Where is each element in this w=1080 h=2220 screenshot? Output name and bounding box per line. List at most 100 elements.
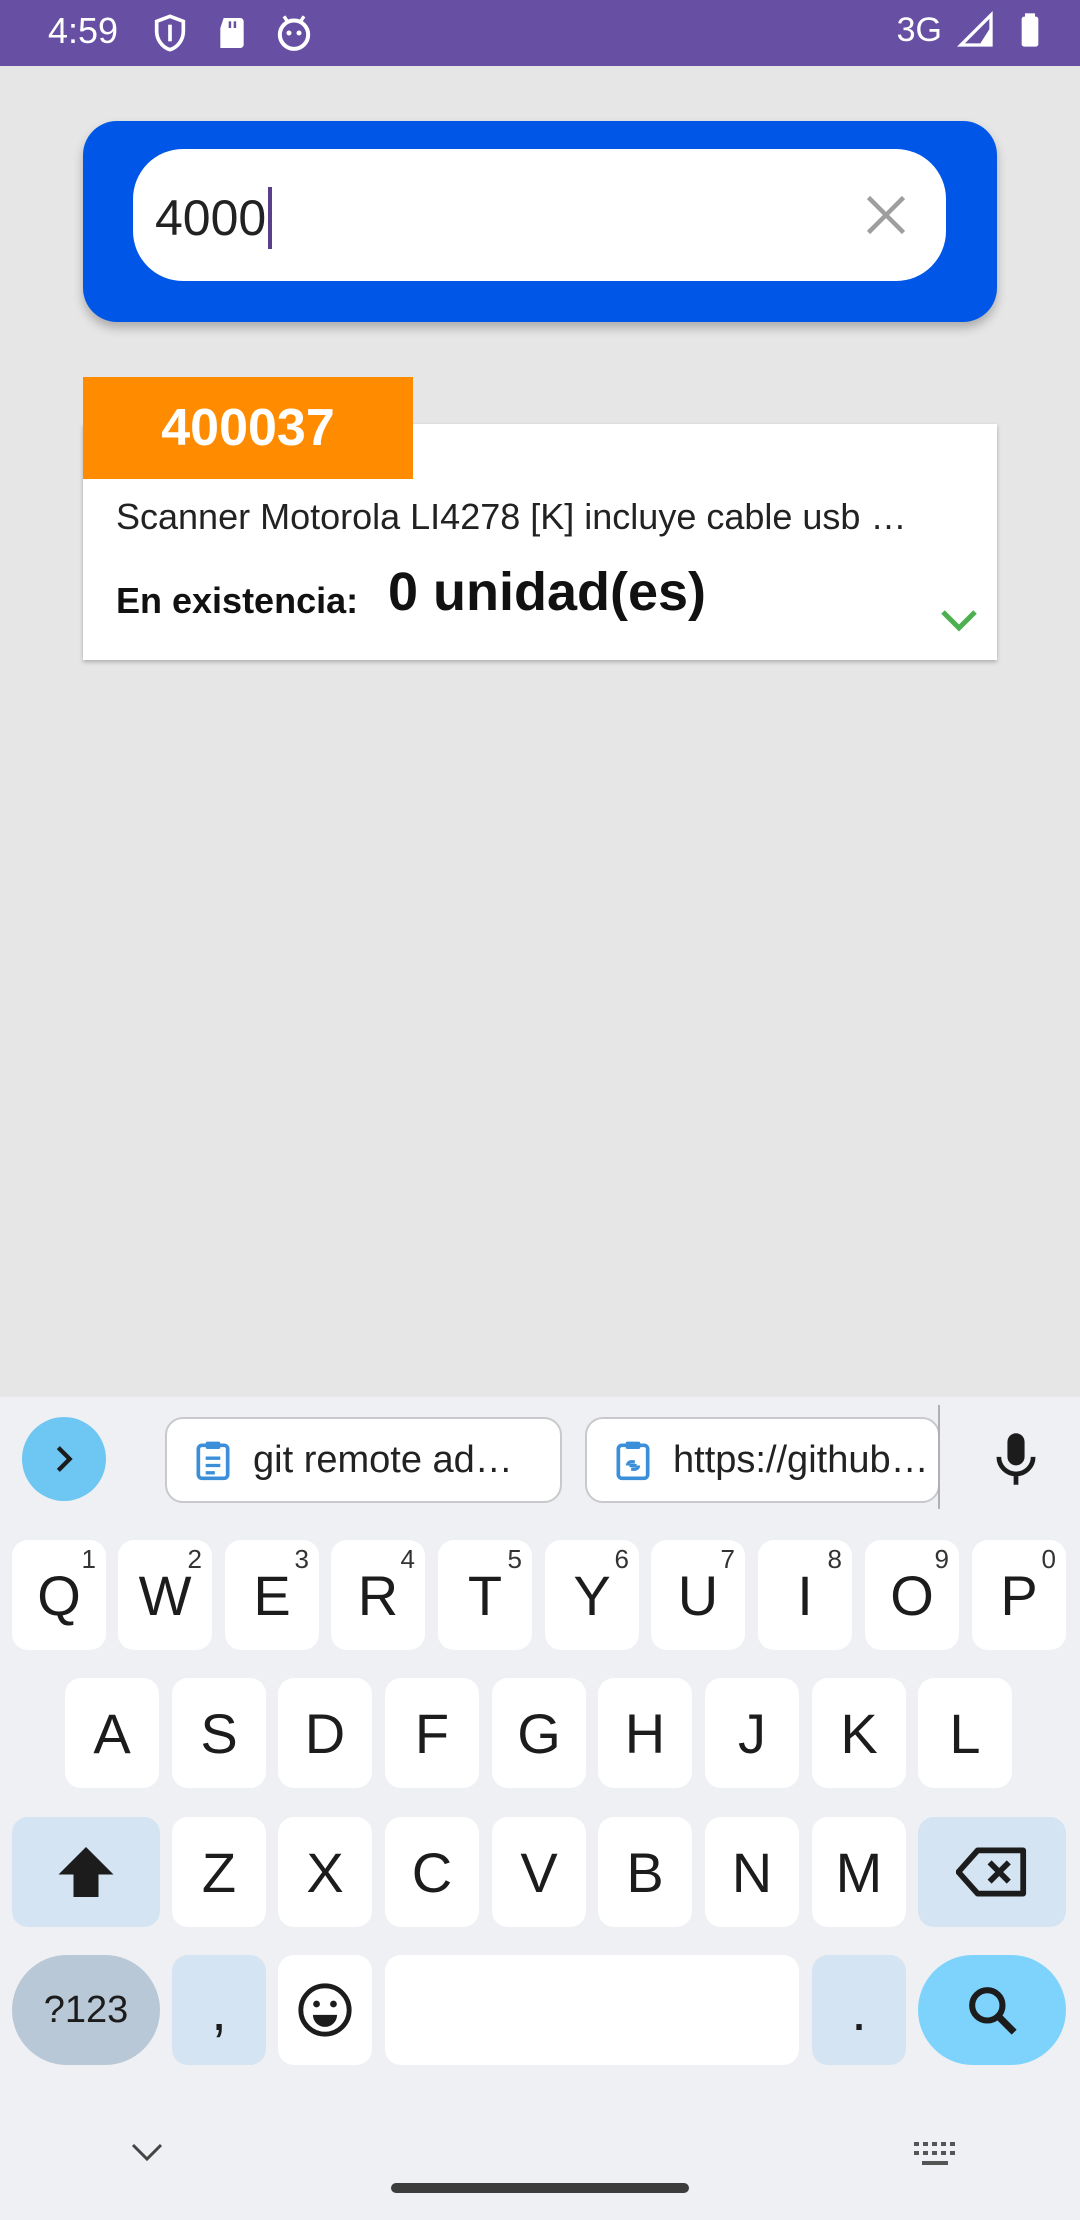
stock-label: En existencia:: [116, 580, 359, 621]
search-panel: 4000: [83, 121, 997, 322]
clipboard-icon: [196, 1441, 230, 1481]
search-text: 4000: [155, 190, 267, 246]
emoji-key[interactable]: [278, 1955, 372, 2065]
key-r[interactable]: R4: [331, 1540, 425, 1650]
key-f[interactable]: F: [385, 1678, 479, 1788]
key-hint: 7: [720, 1544, 735, 1574]
shift-key[interactable]: [12, 1817, 160, 1927]
status-bar: 4:59 3G: [0, 0, 1080, 66]
key-a[interactable]: A: [65, 1678, 159, 1788]
key-label: W: [138, 1563, 192, 1627]
battery-icon: [1021, 13, 1039, 47]
product-code-badge: 400037: [83, 377, 413, 479]
keyboard-switch-icon[interactable]: [912, 2140, 958, 2168]
home-indicator[interactable]: [391, 2183, 689, 2193]
key-hint: 6: [614, 1544, 629, 1574]
sd-card-icon: [220, 18, 244, 48]
system-icons: 3G: [897, 10, 1050, 50]
key-label: P: [1000, 1563, 1038, 1627]
key-label: V: [520, 1840, 558, 1904]
key-hint: 5: [507, 1544, 522, 1574]
key-hint: 9: [934, 1544, 949, 1574]
key-hint: 4: [400, 1544, 415, 1574]
key-i[interactable]: I8: [758, 1540, 852, 1650]
key-label: .: [851, 1978, 867, 2042]
key-label: X: [306, 1840, 344, 1904]
key-label: C: [411, 1840, 453, 1904]
key-label: D: [304, 1701, 346, 1765]
key-hint: 3: [294, 1544, 309, 1574]
key-label: R: [357, 1563, 399, 1627]
shield-icon: [154, 14, 186, 52]
key-hint: 0: [1041, 1544, 1056, 1574]
key-t[interactable]: T5: [438, 1540, 532, 1650]
period-key[interactable]: .: [812, 1955, 906, 2065]
soft-keyboard: git remote ad… https://github… Q1 W2 E3 …: [0, 1397, 1080, 2220]
clipboard-chip-label: https://github…: [673, 1438, 929, 1481]
key-y[interactable]: Y6: [545, 1540, 639, 1650]
key-u[interactable]: U7: [651, 1540, 745, 1650]
key-label: Q: [37, 1563, 81, 1627]
key-b[interactable]: B: [598, 1817, 692, 1927]
hide-keyboard-icon[interactable]: [130, 2142, 164, 2162]
expand-toolbar-button[interactable]: [22, 1417, 106, 1501]
key-k[interactable]: K: [812, 1678, 906, 1788]
key-label: F: [414, 1701, 450, 1765]
key-s[interactable]: S: [172, 1678, 266, 1788]
network-type: 3G: [896, 10, 942, 49]
divider: [938, 1405, 940, 1509]
key-label: S: [200, 1701, 238, 1765]
key-label: Z: [201, 1840, 237, 1904]
key-hint: 2: [187, 1544, 202, 1574]
key-label: Y: [573, 1563, 611, 1627]
key-d[interactable]: D: [278, 1678, 372, 1788]
stock-value: 0 unidad(es): [388, 562, 707, 622]
comma-key[interactable]: ,: [172, 1955, 266, 2065]
symbols-key[interactable]: ?123: [12, 1955, 160, 2065]
key-e[interactable]: E3: [225, 1540, 319, 1650]
status-time: 4:59: [48, 10, 119, 51]
key-z[interactable]: Z: [172, 1817, 266, 1927]
key-label: E: [253, 1563, 291, 1627]
key-w[interactable]: W2: [118, 1540, 212, 1650]
key-label: N: [731, 1840, 773, 1904]
microphone-icon[interactable]: [990, 1429, 1042, 1489]
key-label: H: [624, 1701, 666, 1765]
key-m[interactable]: M: [812, 1817, 906, 1927]
key-c[interactable]: C: [385, 1817, 479, 1927]
notification-icons: [150, 13, 314, 53]
key-h[interactable]: H: [598, 1678, 692, 1788]
key-label: ?123: [43, 1988, 129, 2031]
space-key[interactable]: [385, 1955, 799, 2065]
key-o[interactable]: O9: [865, 1540, 959, 1650]
key-v[interactable]: V: [492, 1817, 586, 1927]
key-label: M: [835, 1840, 883, 1904]
key-g[interactable]: G: [492, 1678, 586, 1788]
key-x[interactable]: X: [278, 1817, 372, 1927]
key-p[interactable]: P0: [972, 1540, 1066, 1650]
search-input-value: 4000: [155, 187, 273, 249]
clear-icon[interactable]: [856, 185, 916, 245]
key-label: B: [626, 1840, 664, 1904]
backspace-icon: [956, 1847, 1027, 1897]
key-label: L: [949, 1701, 981, 1765]
chevron-down-icon[interactable]: [939, 608, 979, 634]
key-label: J: [738, 1701, 766, 1765]
search-icon: [969, 1987, 1017, 2035]
search-input[interactable]: 4000: [133, 149, 946, 281]
search-key[interactable]: [918, 1955, 1066, 2065]
shift-icon: [58, 1847, 114, 1897]
chevron-right-icon: [56, 1446, 73, 1472]
clipboard-chip[interactable]: git remote ad…: [165, 1417, 562, 1503]
key-l[interactable]: L: [918, 1678, 1012, 1788]
clipboard-link-chip[interactable]: https://github…: [585, 1417, 940, 1503]
suggestion-strip: git remote ad… https://github…: [0, 1397, 1080, 1517]
key-n[interactable]: N: [705, 1817, 799, 1927]
key-q[interactable]: Q1: [12, 1540, 106, 1650]
text-cursor: [268, 187, 273, 249]
key-j[interactable]: J: [705, 1678, 799, 1788]
key-label: ,: [211, 1978, 227, 2042]
key-label: I: [797, 1563, 813, 1627]
key-hint: 8: [827, 1544, 842, 1574]
backspace-key[interactable]: [918, 1817, 1066, 1927]
